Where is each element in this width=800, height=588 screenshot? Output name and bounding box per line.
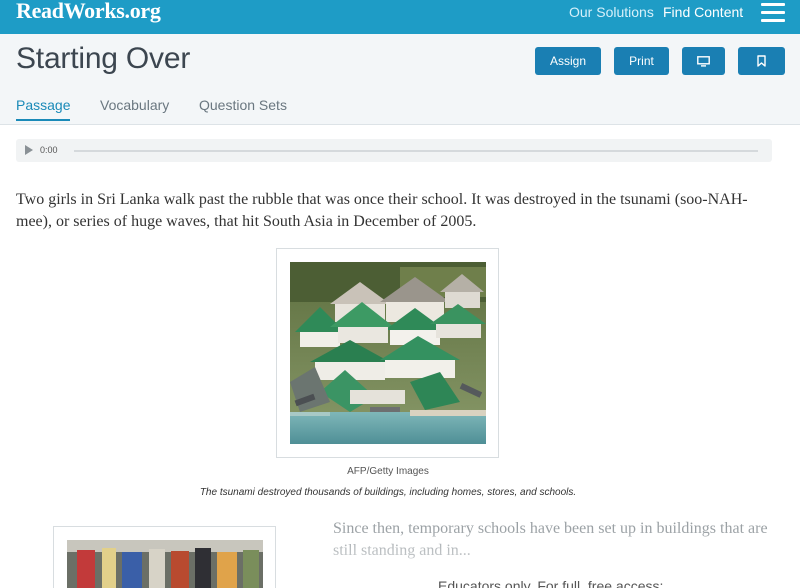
photo-caption: The tsunami destroyed thousands of build…	[199, 487, 577, 498]
tab-passage[interactable]: Passage	[16, 97, 71, 121]
present-button[interactable]	[682, 47, 725, 75]
passage-figure	[276, 248, 499, 458]
readworks-logo[interactable]: ReadWorks.org	[16, 0, 161, 24]
audio-player: 0:00	[16, 139, 772, 162]
educators-access-note: Educators only. For full, free access:	[438, 578, 664, 588]
monitor-icon	[697, 55, 710, 67]
nav-find-content[interactable]: Find Content	[663, 4, 743, 20]
title-band: Starting Over Assign Print Passage Vocab…	[0, 34, 800, 125]
bookmark-icon	[757, 55, 766, 67]
classroom-photo	[67, 540, 263, 588]
nav-our-solutions[interactable]: Our Solutions	[569, 4, 654, 20]
photo-credit: AFP/Getty Images	[347, 466, 429, 477]
passage-paragraph-1: Two girls in Sri Lanka walk past the rub…	[16, 191, 748, 230]
hamburger-menu-icon[interactable]	[761, 2, 785, 22]
tab-question-sets[interactable]: Question Sets	[199, 97, 287, 119]
top-bar: ReadWorks.org Our Solutions Find Content	[0, 0, 800, 34]
passage-figure-2	[53, 526, 276, 588]
page-title: Starting Over	[16, 42, 191, 75]
assign-button[interactable]: Assign	[535, 47, 601, 75]
bookmark-button[interactable]	[738, 47, 785, 75]
audio-time: 0:00	[40, 145, 58, 155]
play-icon[interactable]	[25, 145, 33, 155]
print-button[interactable]: Print	[614, 47, 669, 75]
audio-progress-track[interactable]	[74, 150, 758, 152]
tab-vocabulary[interactable]: Vocabulary	[100, 97, 169, 119]
tsunami-photo	[290, 262, 486, 444]
